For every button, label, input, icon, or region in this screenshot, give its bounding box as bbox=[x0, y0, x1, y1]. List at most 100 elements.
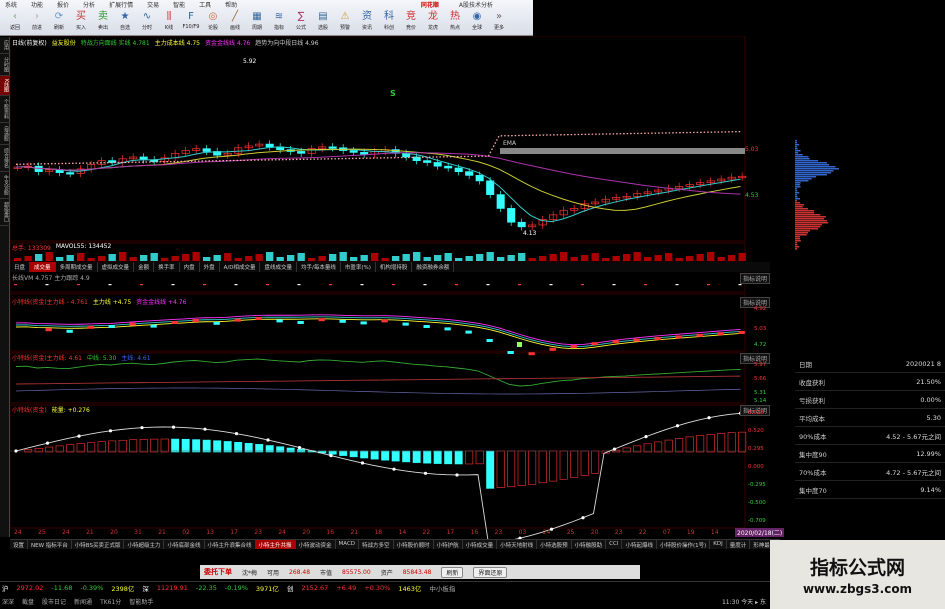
left-tab-6[interactable]: 牛叉诊股 bbox=[0, 172, 10, 200]
toolbar-button-0[interactable]: ‹ 返回 bbox=[4, 10, 26, 36]
toolbar-button-3[interactable]: 买买入 bbox=[70, 10, 92, 36]
bottom-tab-7[interactable]: 小特波动资金 bbox=[296, 540, 336, 549]
chip-bar bbox=[795, 182, 801, 184]
bottom-tab-8[interactable]: MACD bbox=[336, 540, 360, 549]
bottom-tab-19[interactable]: KDJ bbox=[710, 540, 727, 549]
bottom-tab-1[interactable]: NEW 指标平台 bbox=[28, 540, 72, 549]
menu-0[interactable]: 系统 bbox=[5, 0, 17, 9]
toolbar-button-9[interactable]: ◎ 论股 bbox=[202, 10, 224, 36]
status-item-3[interactable]: 新闻通 bbox=[74, 597, 92, 606]
chip-stat-label: 90%成本 bbox=[799, 432, 827, 441]
refresh-button[interactable]: 刷新 bbox=[441, 566, 464, 578]
status-item-0[interactable]: 深深 bbox=[2, 597, 14, 606]
bottom-tab-0[interactable]: 设置 bbox=[10, 540, 29, 549]
status-item-5[interactable]: 智能助手 bbox=[129, 597, 153, 606]
toolbar-button-18[interactable]: 竞竞价 bbox=[400, 10, 422, 36]
indicator-tab-0[interactable]: 日盘 bbox=[10, 262, 31, 272]
left-tab-5[interactable]: 综合排名 bbox=[0, 145, 10, 173]
toolbar-button-10[interactable]: ╱ 画线 bbox=[224, 10, 246, 36]
bottom-tab-17[interactable]: 小特起爆线 bbox=[622, 540, 657, 549]
menu-3[interactable]: 分析 bbox=[83, 0, 95, 9]
left-tab-3[interactable]: 个股资料 bbox=[0, 96, 10, 124]
volume-bar bbox=[570, 257, 578, 261]
menu-6[interactable]: 智能 bbox=[173, 0, 185, 9]
oscillator-bar bbox=[475, 450, 484, 465]
trade-title[interactable]: 委托下单 bbox=[204, 567, 232, 577]
bottom-tab-3[interactable]: 小特超级主力 bbox=[124, 540, 165, 549]
toolbar-button-21[interactable]: ◉ 全球 bbox=[466, 10, 488, 36]
bottom-tab-11[interactable]: 小特护航 bbox=[434, 540, 463, 549]
bottom-tab-15[interactable]: 小特融股助 bbox=[572, 540, 607, 549]
status-item-4[interactable]: TK61分 bbox=[100, 597, 121, 606]
toolbar-button-5[interactable]: ★ 自选 bbox=[114, 10, 136, 36]
toolbar-button-14[interactable]: ▤ 选股 bbox=[312, 10, 334, 36]
bottom-tab-2[interactable]: 小特BS买卖正式版 bbox=[72, 540, 125, 549]
indicator-tab-3[interactable]: 虚拟成交量 bbox=[98, 262, 135, 272]
toolbar-button-13[interactable]: ∑ 公式 bbox=[290, 10, 312, 36]
ind4-red-line bbox=[15, 375, 741, 385]
date-tick: 23 bbox=[254, 529, 262, 536]
toolbar-button-2[interactable]: ⟳ 刷新 bbox=[48, 10, 70, 36]
bottom-tab-5[interactable]: 小特主升浪集合线 bbox=[205, 540, 256, 549]
indicator-tab-7[interactable]: 外盘 bbox=[200, 262, 220, 272]
chip-distribution-chart bbox=[795, 140, 839, 250]
status-item-1[interactable]: 截盘 bbox=[22, 597, 34, 606]
oscillator-bar bbox=[118, 439, 127, 453]
toolbar-button-17[interactable]: 科科创 bbox=[378, 10, 400, 36]
toolbar-icon-22: » bbox=[495, 11, 503, 22]
indicator-tab-6[interactable]: 内盘 bbox=[180, 262, 200, 272]
menu-1[interactable]: 功能 bbox=[31, 0, 43, 9]
indicator-tab-1[interactable]: 成交量 bbox=[30, 262, 56, 272]
bottom-tab-13[interactable]: 小特天地射线 bbox=[497, 540, 538, 549]
bottom-tab-6[interactable]: 小特主升共振 bbox=[255, 540, 296, 549]
toolbar-button-20[interactable]: 热热点 bbox=[444, 10, 466, 36]
status-item-2[interactable]: 股市日记 bbox=[42, 597, 66, 606]
ind2-explain-button[interactable]: 指标说明 bbox=[740, 273, 771, 284]
indicator-tab-9[interactable]: 盘线成交量 bbox=[260, 262, 297, 272]
toolbar-button-22[interactable]: » 更多 bbox=[488, 10, 510, 36]
indicator-tab-8[interactable]: A/D相成交量 bbox=[220, 262, 261, 272]
indicator-tab-5[interactable]: 换手率 bbox=[154, 262, 180, 272]
toolbar-button-7[interactable]: ⫼ K线 bbox=[158, 10, 180, 36]
menu-5[interactable]: 交易 bbox=[147, 0, 159, 9]
left-tab-1[interactable]: 分时图 bbox=[0, 54, 10, 76]
left-tab-2[interactable]: K线图 bbox=[0, 76, 10, 97]
indicator-tab-11[interactable]: 市盈率(%) bbox=[341, 262, 376, 272]
bottom-tab-4[interactable]: 小特底部金线 bbox=[164, 540, 205, 549]
oscillator-bar bbox=[297, 449, 306, 453]
kline-chart-area[interactable]: S bbox=[10, 36, 795, 541]
menu-8[interactable]: 帮助 bbox=[225, 0, 237, 9]
bottom-tab-16[interactable]: CCI bbox=[606, 540, 623, 549]
bottom-tab-14[interactable]: 小特选股预 bbox=[537, 540, 572, 549]
left-tab-0[interactable]: 应用 bbox=[0, 37, 10, 54]
toolbar-button-4[interactable]: 卖卖出 bbox=[92, 10, 114, 36]
restore-layout-button[interactable]: 界面还原 bbox=[473, 566, 508, 578]
left-tab-7[interactable]: 超级盘口 bbox=[0, 199, 10, 227]
menu-7[interactable]: 工具 bbox=[199, 0, 211, 9]
menu-4[interactable]: 扩展行情 bbox=[109, 0, 133, 9]
menu-2[interactable]: 报价 bbox=[57, 0, 69, 9]
bottom-tab-20[interactable]: 量度计 bbox=[727, 540, 751, 549]
bottom-tab-10[interactable]: 小特股价顺时 bbox=[394, 540, 434, 549]
toolbar-button-11[interactable]: ▦ 周期 bbox=[246, 10, 268, 36]
indicator-tab-12[interactable]: 机构增持股 bbox=[376, 262, 413, 272]
indicator-tab-13[interactable]: 融资融券余额 bbox=[412, 262, 455, 272]
toolbar-button-19[interactable]: 龙龙虎 bbox=[422, 10, 444, 36]
toolbar-button-16[interactable]: 资资讯 bbox=[356, 10, 378, 36]
toolbar-button-6[interactable]: ∿ 分时 bbox=[136, 10, 158, 36]
indicator-tab-2[interactable]: 多周期成交量 bbox=[56, 262, 98, 272]
oscillator-bar bbox=[45, 446, 54, 453]
oscillator-bar bbox=[465, 450, 474, 465]
toolbar-button-15[interactable]: ⚠ 预警 bbox=[334, 10, 356, 36]
toolbar-button-8[interactable]: F F10/F9 bbox=[180, 10, 202, 36]
indicator-tab-4[interactable]: 金额 bbox=[134, 262, 155, 272]
toolbar-button-12[interactable]: ≋ 指标 bbox=[268, 10, 290, 36]
toolbar-button-1[interactable]: › 前进 bbox=[26, 10, 48, 36]
bottom-tab-12[interactable]: 小特成交量 bbox=[463, 540, 498, 549]
bottom-tab-18[interactable]: 小特股价操作(1号) bbox=[657, 540, 711, 549]
volume-bar bbox=[150, 253, 158, 261]
energy-dot bbox=[171, 425, 176, 429]
bottom-tab-9[interactable]: 特战方多空 bbox=[359, 540, 394, 549]
left-tab-4[interactable]: 自选股 bbox=[0, 123, 10, 146]
indicator-tab-10[interactable]: 均手/每本量线 bbox=[297, 262, 341, 272]
